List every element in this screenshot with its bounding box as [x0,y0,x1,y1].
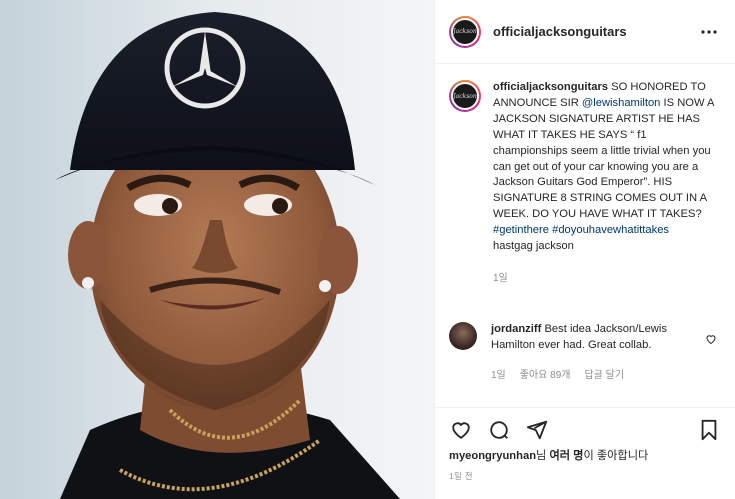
liker-username[interactable]: myeongryunhan [449,450,536,462]
caption-avatar[interactable]: Jackson [449,80,481,112]
portrait-illustration [0,0,434,499]
caption-part-3: hastgag jackson [493,240,574,253]
comment-meta: 1일 좋아요 89개 답글 달기 [491,368,691,384]
post-sidebar: Jackson officialjacksonguitars Jackson o… [434,0,735,499]
jackson-logo-avatar[interactable]: Jackson [449,15,481,48]
likes-summary: myeongryunhan님 여러 명이 좋아합니다 [449,447,648,463]
comment-item: jordanziff Best idea Jackson/Lewis Hamil… [449,322,721,384]
caption-part-2: IS NOW A JACKSON SIGNATURE ARTIST HE HAS… [493,96,714,221]
post-username[interactable]: officialjacksonguitars [493,24,627,39]
comment-body: jordanziff Best idea Jackson/Lewis Hamil… [491,322,691,384]
post-header: Jackson officialjacksonguitars [435,0,735,64]
commenter-avatar[interactable] [449,322,477,350]
likes-others[interactable]: 여러 명 [549,450,583,462]
mention-link[interactable]: @lewishamilton [582,97,661,109]
reply-button[interactable]: 답글 달기 [584,368,624,384]
more-options-icon[interactable] [697,20,721,44]
hashtag-getinthere[interactable]: #getinthere [493,224,549,236]
hashtag-doyouhavewhatittakes[interactable]: #doyouhavewhatittakes [552,224,669,236]
post-timestamp[interactable]: 1일 전 [449,470,473,482]
comment-likes[interactable]: 좋아요 89개 [520,368,571,384]
post-photo[interactable] [0,0,434,499]
caption-text: officialjacksonguitars SO HONORED TO ANN… [493,80,721,287]
heart-icon[interactable] [449,418,473,442]
caption-block: Jackson officialjacksonguitars SO HONORE… [449,80,721,287]
comment-icon[interactable] [487,418,511,442]
likes-text-1: 님 [536,450,550,462]
likes-text-2: 이 좋아합니다 [583,450,649,462]
caption-username[interactable]: officialjacksonguitars [493,81,608,93]
comment-username[interactable]: jordanziff [491,323,541,335]
action-bar [435,407,735,451]
bookmark-icon[interactable] [697,418,721,442]
comment-like-heart-icon[interactable] [705,332,717,350]
share-icon[interactable] [525,418,549,442]
comment-time[interactable]: 1일 [491,368,506,384]
avatar-logo-text: Jackson [453,28,477,35]
caption-avatar-logo-text: Jackson [453,92,477,100]
caption-time[interactable]: 1일 [493,271,721,287]
